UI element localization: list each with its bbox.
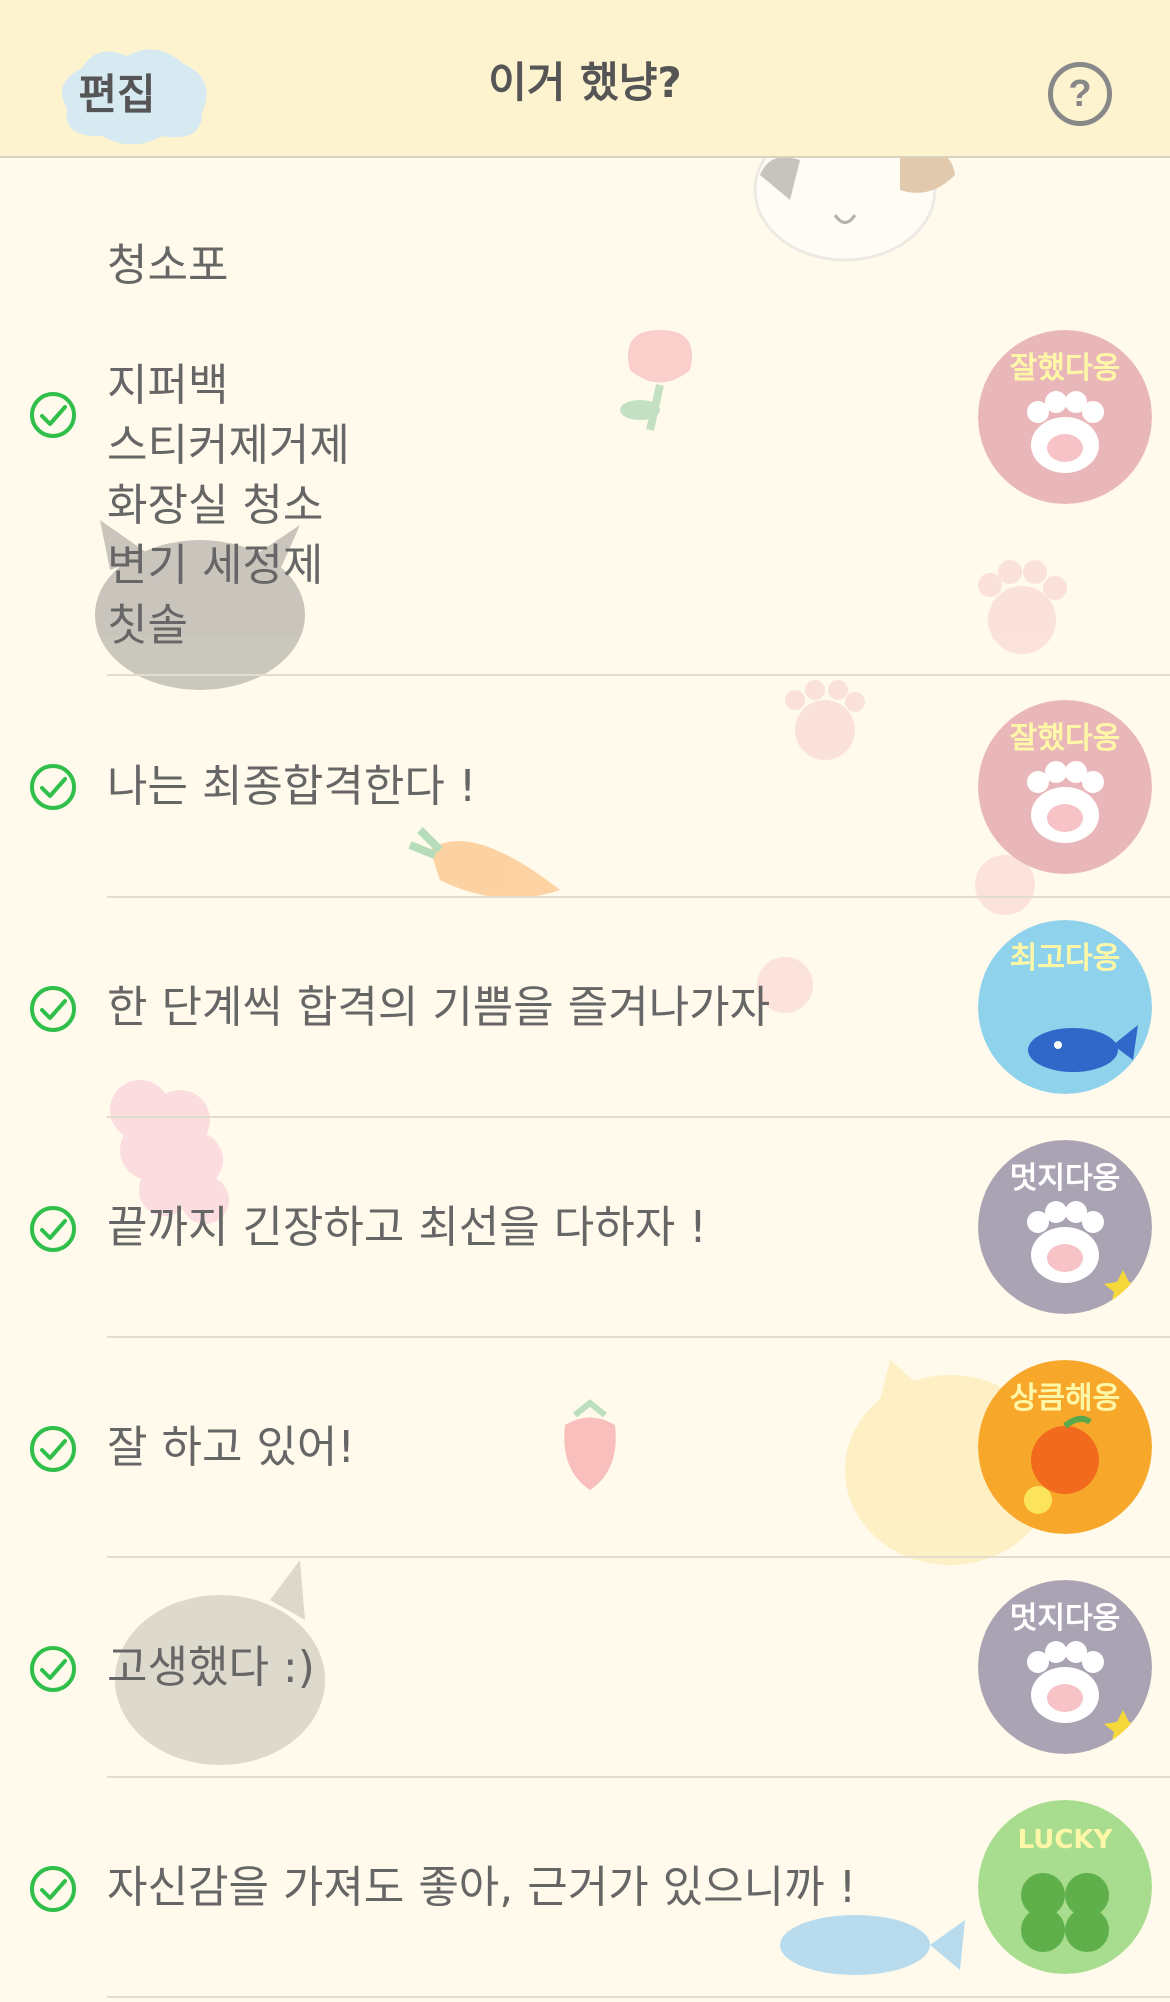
list-item[interactable]: 고생했다 :) 멋지다옹 [0, 1558, 1170, 1778]
sticker-label: 최고다옹 [1010, 941, 1120, 976]
sticker-badge: 멋지다옹 [978, 1140, 1152, 1314]
sticker-label: 멋지다옹 [1010, 1601, 1120, 1636]
sticker-badge: LUCKY [978, 1800, 1152, 1974]
list-item[interactable]: 나는 최종합격한다 ! 잘했다옹 [0, 676, 1170, 898]
list-item[interactable]: 한 단계씩 합격의 기쁨을 즐겨나가자 최고다옹 [0, 898, 1170, 1118]
item-text: 자신감을 가져도 좋아, 근거가 있으니까 ! [107, 1862, 857, 1913]
sticker-label: LUCKY [1018, 1825, 1114, 1855]
item-text: 고생했다 :) [107, 1642, 315, 1693]
list-item[interactable]: 잘 하고 있어! 상큼해옹 [0, 1338, 1170, 1558]
sticker-label: 잘했다옹 [1010, 351, 1120, 386]
check-circle-icon [30, 1646, 76, 1692]
check-circle-icon [30, 1426, 76, 1472]
check-circle-icon [30, 986, 76, 1032]
page-title: 이거 했냥? [488, 57, 682, 107]
section-title: 청소포 [107, 240, 229, 291]
header-bar: 편집 이거 했냥? ? [0, 0, 1170, 158]
sticker-badge: 최고다옹 [978, 920, 1152, 1094]
check-circle-icon [30, 392, 76, 438]
item-text: 끝까지 긴장하고 최선을 다하자 ! [107, 1202, 707, 1253]
item-text: 한 단계씩 합격의 기쁨을 즐겨나가자 [107, 982, 771, 1033]
help-button[interactable]: ? [1048, 62, 1112, 126]
item-text: 나는 최종합격한다 ! [107, 761, 477, 812]
list-item[interactable]: 끝까지 긴장하고 최선을 다하자 ! 멋지다옹 [0, 1118, 1170, 1338]
sticker-badge: 잘했다옹 [978, 700, 1152, 874]
sticker-badge: 멋지다옹 [978, 1580, 1152, 1754]
sticker-label: 멋지다옹 [1010, 1161, 1120, 1196]
list-item[interactable]: 지퍼백 스티커제거제 화장실 청소 변기 세정제 칫솔 잘했다옹 [0, 320, 1170, 676]
check-circle-icon [30, 1866, 76, 1912]
item-text: 잘 하고 있어! [107, 1422, 356, 1473]
check-circle-icon [30, 764, 76, 810]
row-divider [107, 1996, 1170, 1998]
sticker-badge: 상큼해옹 [978, 1360, 1152, 1534]
help-icon: ? [1068, 72, 1092, 115]
sticker-label: 잘했다옹 [1010, 721, 1120, 756]
list-item[interactable]: 자신감을 가져도 좋아, 근거가 있으니까 ! LUCKY [0, 1778, 1170, 1998]
check-circle-icon [30, 1206, 76, 1252]
sticker-label: 상큼해옹 [1010, 1381, 1120, 1416]
item-text: 지퍼백 스티커제거제 화장실 청소 변기 세정제 칫솔 [107, 360, 350, 651]
sticker-badge: 잘했다옹 [978, 330, 1152, 504]
